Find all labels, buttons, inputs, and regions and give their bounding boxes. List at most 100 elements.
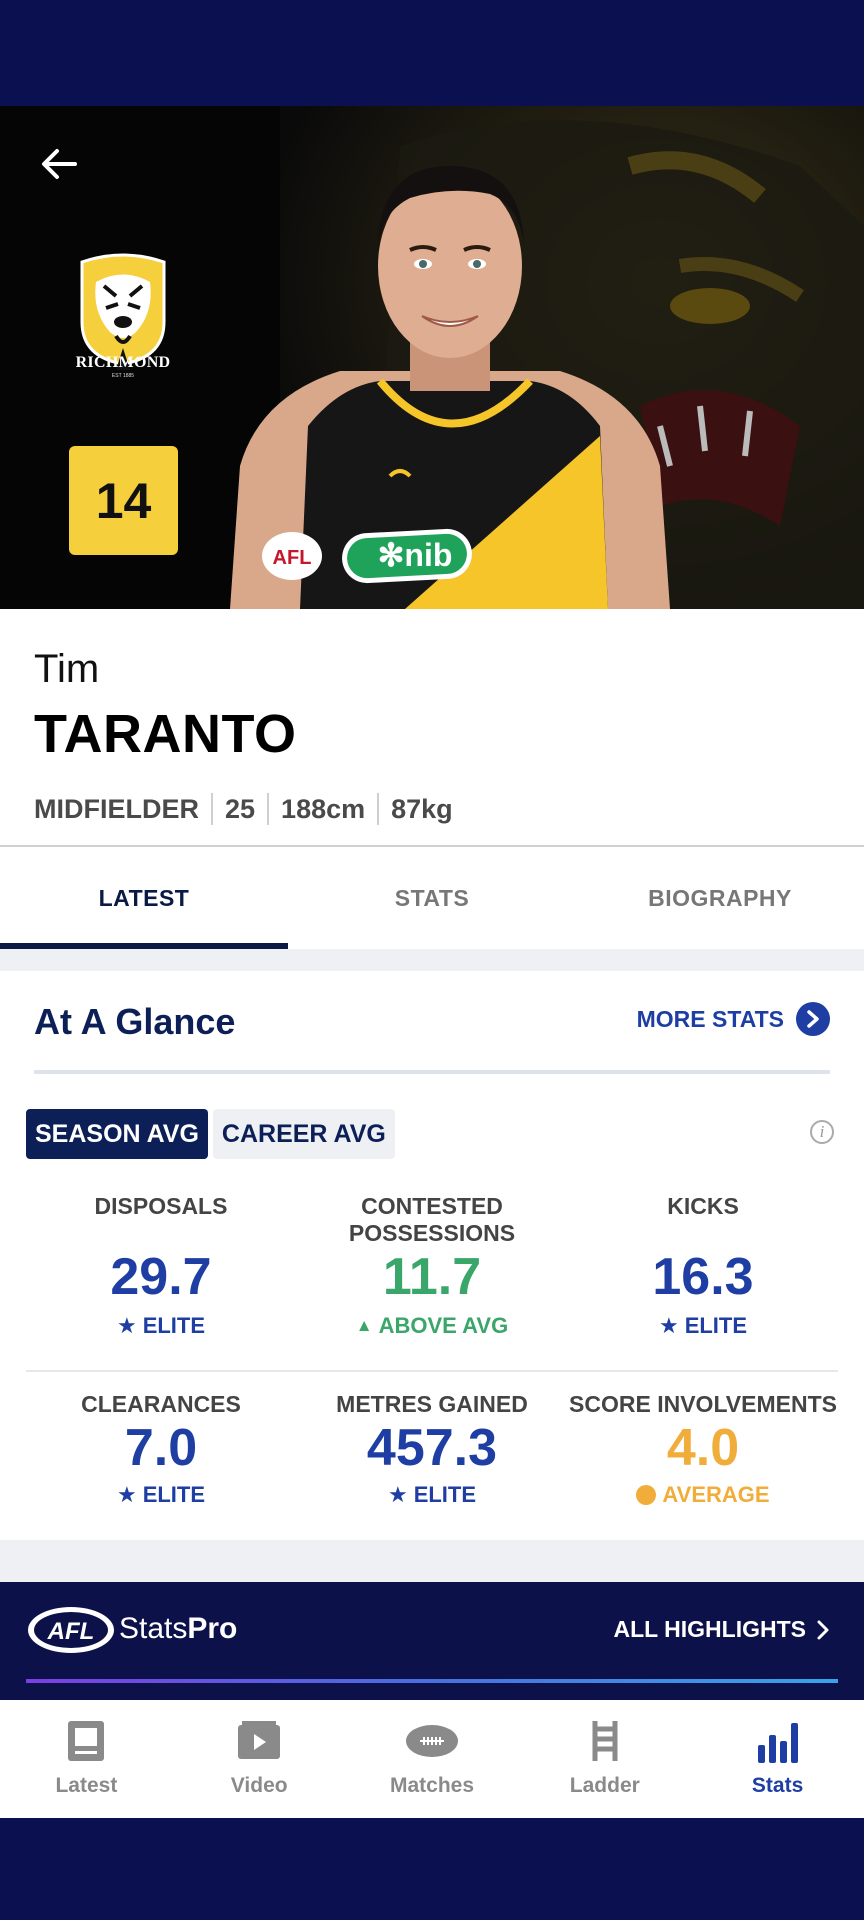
player-last-name: TARANTO (34, 704, 297, 764)
ladder-icon (590, 1718, 620, 1764)
back-button[interactable] (36, 141, 82, 187)
meta-divider (267, 793, 270, 825)
stat-label: CLEARANCES (81, 1391, 241, 1417)
info-icon[interactable]: i (810, 1120, 834, 1144)
section-spacer (0, 949, 864, 971)
stat-value: 16.3 (652, 1248, 754, 1306)
nav-label: Matches (389, 1774, 474, 1797)
divider (34, 1070, 830, 1074)
svg-text:AFL: AFL (47, 1618, 95, 1645)
player-photo: AFL ✻nib (230, 166, 670, 609)
divider (26, 1370, 838, 1372)
status-bar (0, 0, 864, 106)
average-toggle: SEASON AVG CAREER AVG (26, 1109, 395, 1159)
stat-value: 7.0 (124, 1419, 198, 1477)
player-hero: RICHMOND EST 1885 14 AFL ✻nib (0, 106, 864, 609)
stat-disposals: DISPOSALS 29.7 ★ ELITE (26, 1193, 296, 1339)
chevron-right-circle-icon (796, 1002, 830, 1036)
stat-tier-label: ELITE (142, 1482, 206, 1507)
circle-icon (636, 1485, 657, 1505)
statspro-banner: AFL StatsPro ALL HIGHLIGHTS (0, 1582, 864, 1700)
arrow-left-icon (42, 149, 77, 179)
at-a-glance-card: At A Glance MORE STATS SEASON AVG CAREER… (0, 971, 864, 1540)
nav-label: Latest (55, 1774, 118, 1797)
club-established: EST 1885 (111, 373, 135, 379)
stat-label: SCORE INVOLVEMENTS (569, 1391, 837, 1417)
gradient-divider (26, 1679, 838, 1683)
stat-tier-label: ELITE (142, 1313, 206, 1338)
stat-tier-label: ABOVE AVG (378, 1313, 509, 1338)
stat-kicks: KICKS 16.3 ★ ELITE (568, 1193, 838, 1339)
triangle-up-icon: ▲ (355, 1316, 373, 1335)
afl-logo: AFL (28, 1607, 114, 1653)
jersey-number-badge: 14 (69, 446, 178, 555)
stat-label: METRES GAINED (336, 1391, 528, 1417)
star-icon: ★ (116, 1482, 137, 1507)
nav-item-ladder[interactable]: Ladder (518, 1700, 691, 1818)
football-icon (405, 1718, 459, 1764)
stat-tier: ★ ELITE (26, 1313, 296, 1339)
bar-chart-icon (757, 1718, 799, 1764)
nav-item-video[interactable]: Video (173, 1700, 346, 1818)
stat-score-involvements: SCORE INVOLVEMENTS 4.0 AVERAGE (562, 1391, 844, 1508)
more-stats-link[interactable]: MORE STATS (637, 1002, 830, 1036)
stat-tier-label: ELITE (684, 1313, 748, 1338)
player-position: MIDFIELDER (34, 793, 199, 824)
nav-label: Stats (751, 1774, 804, 1797)
player-age: 25 (225, 793, 256, 824)
stat-contested-possessions: CONTESTED POSSESSIONS 11.7 ▲ ABOVE AVG (297, 1193, 567, 1339)
season-avg-button[interactable]: SEASON AVG (26, 1109, 208, 1159)
player-height: 188cm (281, 793, 366, 824)
brand-light: Stats (119, 1612, 188, 1645)
star-icon: ★ (116, 1313, 137, 1338)
meta-divider (211, 793, 213, 825)
all-highlights-label: ALL HIGHLIGHTS (613, 1616, 806, 1642)
stat-tier-label: ELITE (413, 1482, 477, 1507)
stat-tier: ▲ ABOVE AVG (297, 1313, 567, 1339)
svg-text:✻nib: ✻nib (378, 537, 453, 573)
brand-bold: Pro (187, 1612, 238, 1645)
statspro-brand: StatsPro (119, 1612, 237, 1646)
stat-value: 457.3 (366, 1419, 498, 1477)
stat-label: CONTESTED POSSESSIONS (348, 1193, 516, 1246)
player-info: Tim TARANTO MIDFIELDER 25 188cm 87kg (0, 609, 864, 847)
profile-tabs: LATEST STATS BIOGRAPHY (0, 847, 864, 949)
all-highlights-link[interactable]: ALL HIGHLIGHTS (613, 1616, 830, 1643)
nav-label: Ladder (569, 1774, 640, 1797)
bottom-navigation: Latest Video Matches Ladder Stats (0, 1700, 864, 1818)
stat-tier: ★ ELITE (568, 1313, 838, 1339)
video-icon (236, 1718, 282, 1764)
stat-label: KICKS (667, 1193, 739, 1219)
player-first-name: Tim (34, 647, 100, 691)
system-navigation-area (0, 1818, 864, 1920)
stat-tier: ★ ELITE (26, 1482, 296, 1508)
nav-label: Video (230, 1774, 288, 1797)
stat-label: DISPOSALS (94, 1193, 228, 1219)
club-name: RICHMOND (75, 354, 171, 371)
stat-tier: AVERAGE (562, 1482, 844, 1508)
career-avg-button[interactable]: CAREER AVG (212, 1109, 395, 1159)
tab-stats[interactable]: STATS (288, 847, 576, 949)
star-icon: ★ (658, 1313, 679, 1338)
nav-item-latest[interactable]: Latest (0, 1700, 173, 1818)
chevron-right-icon (817, 1620, 829, 1639)
more-stats-label: MORE STATS (636, 1005, 784, 1032)
tab-biography[interactable]: BIOGRAPHY (576, 847, 864, 949)
player-weight: 87kg (391, 793, 453, 824)
nav-item-matches[interactable]: Matches (346, 1700, 519, 1818)
stat-value: 29.7 (110, 1248, 212, 1306)
section-title: At A Glance (34, 1001, 236, 1042)
meta-divider (377, 793, 380, 825)
stat-metres-gained: METRES GAINED 457.3 ★ ELITE (297, 1391, 567, 1508)
nav-item-stats[interactable]: Stats (691, 1700, 864, 1818)
svg-text:AFL: AFL (273, 547, 312, 569)
stat-tier-label: AVERAGE (662, 1482, 770, 1507)
stat-clearances: CLEARANCES 7.0 ★ ELITE (26, 1391, 296, 1508)
latest-icon (66, 1718, 106, 1764)
tab-latest[interactable]: LATEST (0, 847, 288, 949)
stat-tier: ★ ELITE (297, 1482, 567, 1508)
star-icon: ★ (387, 1482, 408, 1507)
player-meta: MIDFIELDER 25 188cm 87kg (34, 793, 453, 825)
section-spacer (0, 1540, 864, 1582)
stat-value: 4.0 (666, 1419, 740, 1477)
